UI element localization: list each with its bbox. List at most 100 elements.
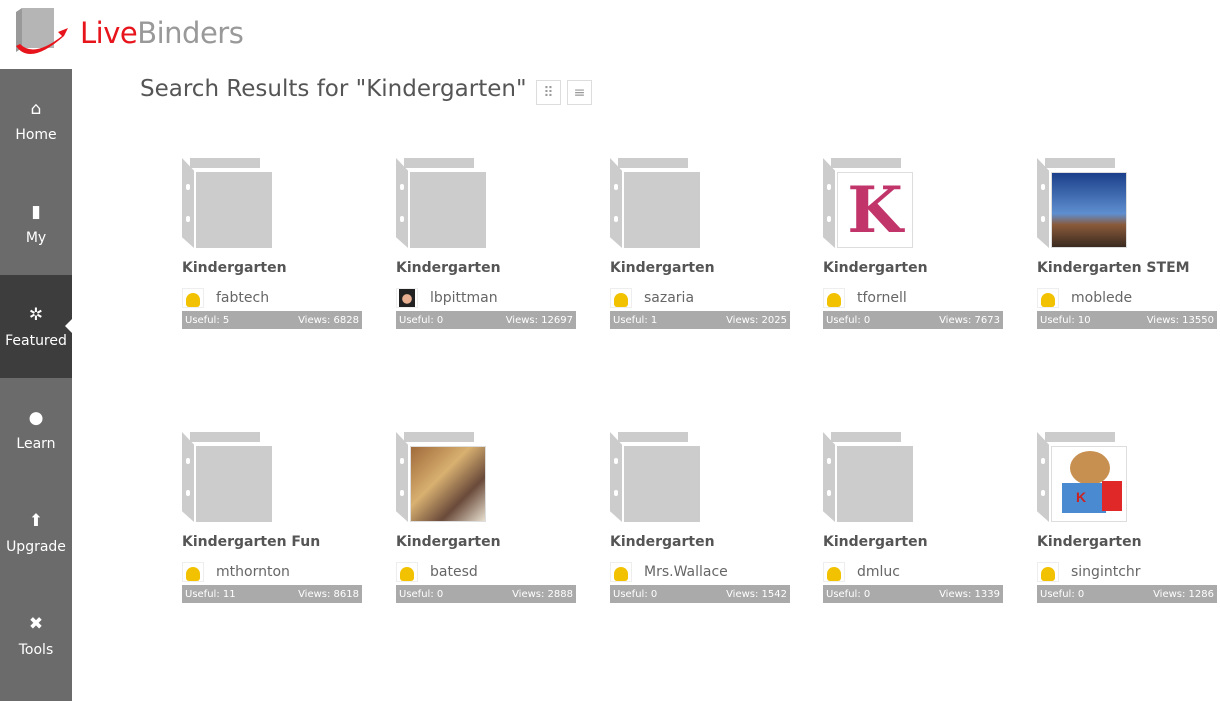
binder-icon[interactable] <box>396 432 488 524</box>
user-avatar[interactable] <box>823 562 845 582</box>
binder-stats: Useful: 0 Views: 12697 <box>396 311 576 329</box>
username-link[interactable]: singintchr <box>1071 564 1141 580</box>
user-avatar[interactable] <box>396 562 418 582</box>
sidebar-item-label: Tools <box>18 641 54 658</box>
useful-count: Useful: 0 <box>826 314 871 326</box>
useful-count: Useful: 0 <box>613 588 658 600</box>
useful-count: Useful: 0 <box>399 588 444 600</box>
user-avatar[interactable] <box>823 288 845 308</box>
binder-thumbnail[interactable]: K <box>1051 446 1127 522</box>
sidebar: ⌂ Home ▮ My ✲ Featured ● Learn ⬆ Upgrade ✖ Tools <box>0 69 72 701</box>
sidebar-item-my[interactable]: ▮ My <box>0 172 72 275</box>
views-count: Views: 13550 <box>1146 314 1214 326</box>
user-avatar[interactable] <box>182 288 204 308</box>
sidebar-item-label: Featured <box>5 332 67 349</box>
username-link[interactable]: fabtech <box>216 290 269 306</box>
binder-icon[interactable] <box>610 432 702 524</box>
binder-icon[interactable] <box>610 158 702 250</box>
useful-count: Useful: 11 <box>185 588 236 600</box>
livebinders-logo[interactable]: LiveBinders <box>12 6 244 60</box>
binder-title[interactable]: Kindergarten <box>823 534 1003 554</box>
binder-icon: ▮ <box>31 201 41 222</box>
binder-title[interactable]: Kindergarten <box>823 260 1003 280</box>
username-link[interactable]: mthornton <box>216 564 290 580</box>
username-link[interactable]: dmluc <box>857 564 900 580</box>
page-title: Search Results for "Kindergarten" <box>140 76 527 102</box>
user-avatar[interactable] <box>1037 288 1059 308</box>
user-avatar[interactable] <box>1037 562 1059 582</box>
user-avatar[interactable] <box>610 562 632 582</box>
arrow-up-icon: ⬆ <box>28 510 44 531</box>
tools-icon: ✖ <box>28 613 44 634</box>
binder-title[interactable]: Kindergarten <box>396 534 576 554</box>
binder-card[interactable]: Kindergarten dmluc Useful: 0 Views: 1339 <box>823 432 1003 603</box>
username-link[interactable]: batesd <box>430 564 478 580</box>
user-avatar[interactable] <box>396 288 418 308</box>
binder-thumbnail[interactable]: K <box>837 172 913 248</box>
useful-count: Useful: 10 <box>1040 314 1091 326</box>
binder-card[interactable]: Kindergarten STEM moblede Useful: 10 View… <box>1037 158 1217 329</box>
binder-icon[interactable] <box>182 158 274 250</box>
useful-count: Useful: 0 <box>826 588 871 600</box>
grid-view-button[interactable]: ⠿ <box>536 80 561 105</box>
views-count: Views: 8618 <box>298 588 359 600</box>
binder-title[interactable]: Kindergarten <box>1037 534 1217 554</box>
binder-card[interactable]: Kindergarten lbpittman Useful: 0 Views: 1… <box>396 158 576 329</box>
username-link[interactable]: Mrs.Wallace <box>644 564 728 580</box>
useful-count: Useful: 5 <box>185 314 230 326</box>
username-link[interactable]: tfornell <box>857 290 907 306</box>
binder-stats: Useful: 11 Views: 8618 <box>182 585 362 603</box>
views-count: Views: 1286 <box>1153 588 1214 600</box>
sidebar-item-featured[interactable]: ✲ Featured <box>0 275 72 378</box>
binder-logo-icon <box>16 8 68 54</box>
binder-title[interactable]: Kindergarten <box>610 260 790 280</box>
sidebar-item-tools[interactable]: ✖ Tools <box>0 584 72 687</box>
binder-stats: Useful: 0 Views: 1286 <box>1037 585 1217 603</box>
binder-icon[interactable] <box>1037 158 1129 250</box>
username-link[interactable]: moblede <box>1071 290 1132 306</box>
list-view-button[interactable]: ≡ <box>567 80 592 105</box>
binder-icon[interactable] <box>182 432 274 524</box>
sidebar-item-label: My <box>25 229 47 246</box>
binder-icon[interactable]: K <box>823 158 915 250</box>
binder-stats: Useful: 5 Views: 6828 <box>182 311 362 329</box>
binder-card[interactable]: Kindergarten batesd Useful: 0 Views: 2888 <box>396 432 576 603</box>
binder-thumbnail[interactable] <box>1051 172 1127 248</box>
binder-icon[interactable] <box>823 432 915 524</box>
views-count: Views: 2025 <box>726 314 787 326</box>
binder-card[interactable]: Kindergarten sazaria Useful: 1 Views: 202… <box>610 158 790 329</box>
sidebar-item-label: Learn <box>16 435 56 452</box>
sidebar-item-learn[interactable]: ● Learn <box>0 378 72 481</box>
binder-card[interactable]: Kindergarten Fun mthornton Useful: 11 Vie… <box>182 432 362 603</box>
username-link[interactable]: lbpittman <box>430 290 498 306</box>
binder-card[interactable]: Kindergarten Mrs.Wallace Useful: 0 Views:… <box>610 432 790 603</box>
binder-icon[interactable] <box>396 158 488 250</box>
views-count: Views: 1339 <box>939 588 1000 600</box>
grid-icon: ⠿ <box>543 84 554 101</box>
binder-card[interactable]: K Kindergarten singintchr Useful: 0 Views… <box>1037 432 1217 603</box>
binder-stats: Useful: 0 Views: 1542 <box>610 585 790 603</box>
user-avatar[interactable] <box>182 562 204 582</box>
binder-icon[interactable]: K <box>1037 432 1129 524</box>
binder-stats: Useful: 0 Views: 7673 <box>823 311 1003 329</box>
sidebar-item-upgrade[interactable]: ⬆ Upgrade <box>0 481 72 584</box>
binder-title[interactable]: Kindergarten Fun <box>182 534 362 554</box>
lightbulb-icon: ● <box>28 407 44 428</box>
binder-title[interactable]: Kindergarten STEM <box>1037 260 1217 280</box>
views-count: Views: 1542 <box>726 588 787 600</box>
logo-live: Live <box>80 16 138 50</box>
binder-title[interactable]: Kindergarten <box>610 534 790 554</box>
binder-stats: Useful: 0 Views: 1339 <box>823 585 1003 603</box>
username-link[interactable]: sazaria <box>644 290 694 306</box>
sidebar-item-label: Home <box>15 126 57 143</box>
binder-title[interactable]: Kindergarten <box>182 260 362 280</box>
binder-card[interactable]: Kindergarten fabtech Useful: 5 Views: 682… <box>182 158 362 329</box>
sidebar-item-home[interactable]: ⌂ Home <box>0 69 72 172</box>
binder-card[interactable]: K Kindergarten tfornell Useful: 0 Views: … <box>823 158 1003 329</box>
binder-stats: Useful: 0 Views: 2888 <box>396 585 576 603</box>
binder-title[interactable]: Kindergarten <box>396 260 576 280</box>
sidebar-item-label: Upgrade <box>6 538 66 555</box>
binder-stats: Useful: 10 Views: 13550 <box>1037 311 1217 329</box>
user-avatar[interactable] <box>610 288 632 308</box>
binder-thumbnail[interactable] <box>410 446 486 522</box>
